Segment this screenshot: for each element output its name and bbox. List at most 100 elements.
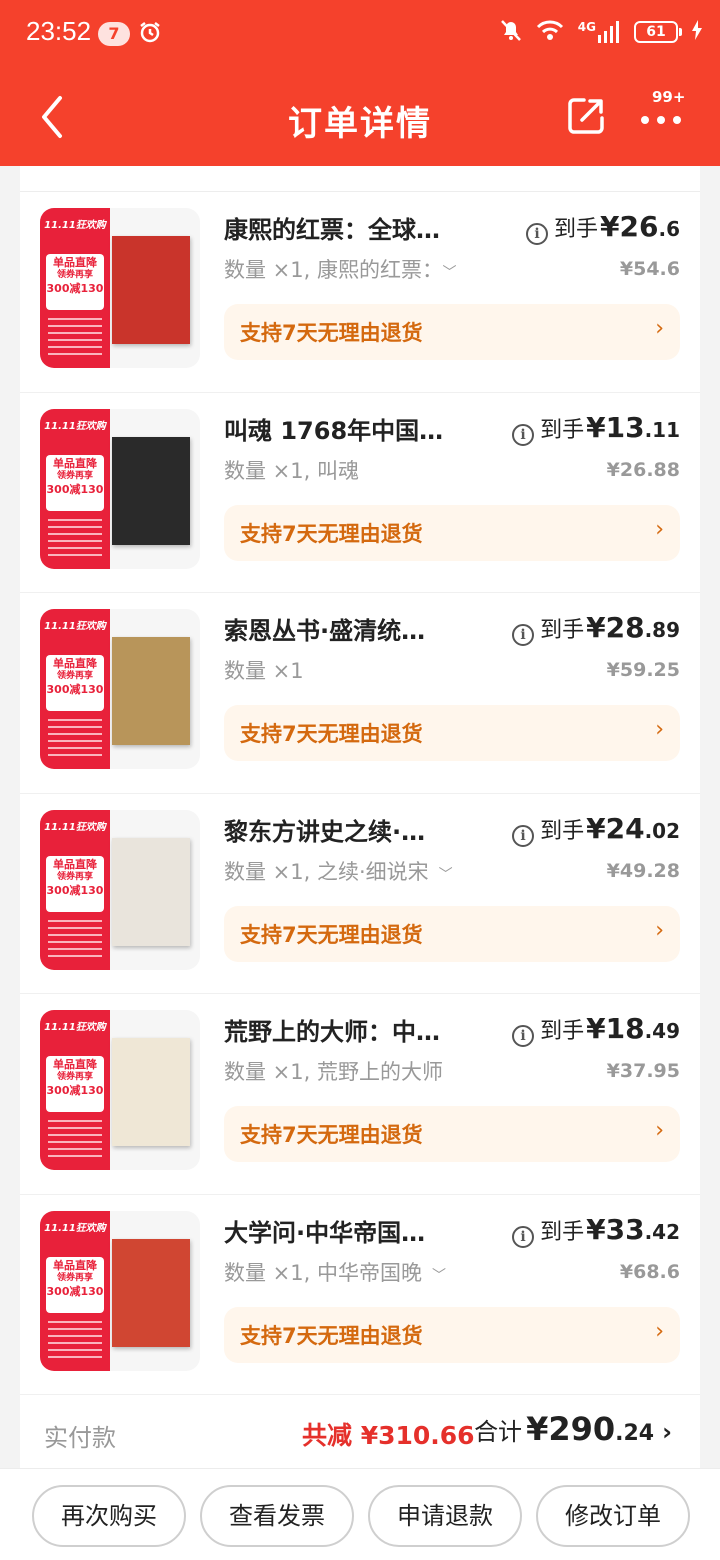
signal-icon: 4G xyxy=(578,21,620,43)
product-spec-text: 数量 ×1, 叫魂 xyxy=(224,458,359,483)
view-invoice-button[interactable]: 查看发票 xyxy=(200,1485,354,1547)
promo-title: 11.11狂欢购 xyxy=(44,420,106,432)
return-policy-text: 支持7天无理由退货 xyxy=(240,1123,423,1147)
request-refund-button[interactable]: 申请退款 xyxy=(368,1485,522,1547)
previous-section-edge xyxy=(20,166,700,192)
total-decimal: .24 xyxy=(615,1421,655,1446)
info-icon[interactable]: i xyxy=(512,1025,535,1047)
promo-line-1: 单品直降 xyxy=(53,1258,97,1272)
info-icon[interactable]: i xyxy=(512,423,535,446)
product-row[interactable]: 11.11狂欢购 单品直降 领券再享 300减130 索恩丛书·盛清统… i 到… xyxy=(20,593,700,794)
product-spec[interactable]: 数量 ×1, 之续·细说宋 ﹀ xyxy=(224,856,492,886)
product-name[interactable]: 叫魂 1768年中国… xyxy=(224,411,476,446)
info-icon[interactable]: i xyxy=(512,824,535,847)
return-policy-text: 支持7天无理由退货 xyxy=(240,321,423,345)
original-price: ¥37.95 xyxy=(606,1060,680,1082)
return-policy-text: 支持7天无理由退货 xyxy=(240,1323,423,1348)
promo-line-2: 领券再享 xyxy=(56,671,93,681)
final-price: i 到手 ¥18 .49 xyxy=(512,1012,680,1047)
product-thumbnail[interactable]: 11.11狂欢购 单品直降 领券再享 300减130 xyxy=(40,208,200,368)
header: 订单详情 99+ xyxy=(0,68,720,166)
promo-line-1: 单品直降 xyxy=(53,657,97,670)
promo-banner: 11.11狂欢购 单品直降 领券再享 300减130 xyxy=(40,609,110,769)
page-title: 订单详情 xyxy=(288,104,432,144)
final-price: i 到手 ¥24 .02 xyxy=(512,812,680,847)
info-icon[interactable]: i xyxy=(512,624,535,646)
product-name[interactable]: 索恩丛书·盛清统… xyxy=(224,611,476,646)
product-thumbnail[interactable]: 11.11狂欢购 单品直降 领券再享 300减130 xyxy=(40,1010,200,1170)
promo-line-3: 300减130 xyxy=(46,1284,104,1298)
info-icon[interactable]: i xyxy=(526,223,549,245)
order-items-card: 11.11狂欢购 单品直降 领券再享 300减130 康熙的红票：全球… i 到… xyxy=(20,166,700,1468)
product-name[interactable]: 荒野上的大师：中… xyxy=(224,1012,476,1047)
return-policy-bar[interactable]: 支持7天无理由退货 › xyxy=(224,1306,680,1363)
total-amount[interactable]: 合计 ¥290 .24 › xyxy=(474,1410,672,1448)
product-thumbnail[interactable]: 11.11狂欢购 单品直降 领券再享 300减130 xyxy=(40,408,200,569)
product-spec[interactable]: 数量 ×1, 中华帝国晚 ﹀ xyxy=(224,1257,492,1287)
final-price: i 到手 ¥26 .6 xyxy=(526,210,680,245)
buy-again-button[interactable]: 再次购买 xyxy=(32,1485,186,1547)
final-price-integer: ¥26 xyxy=(600,210,659,243)
alarm-icon xyxy=(138,20,162,48)
promo-banner: 11.11狂欢购 单品直降 领券再享 300减130 xyxy=(40,408,110,569)
product-spec: 数量 ×1 xyxy=(224,655,492,685)
product-name[interactable]: 康熙的红票：全球… xyxy=(224,210,476,245)
promo-card: 单品直降 领券再享 300减130 xyxy=(46,454,104,511)
promo-card: 单品直降 领券再享 300减130 xyxy=(46,1056,104,1112)
payment-summary[interactable]: 实付款 共减 ¥310.66 合计 ¥290 .24 › xyxy=(20,1396,700,1468)
network-type: 4G xyxy=(577,20,596,34)
product-row[interactable]: 11.11狂欢购 单品直降 领券再享 300减130 黎东方讲史之续·… i 到… xyxy=(20,794,700,994)
return-policy-bar[interactable]: 支持7天无理由退货 › xyxy=(224,905,680,962)
final-price-label: 到手 xyxy=(540,1019,585,1044)
info-icon[interactable]: i xyxy=(512,1225,535,1248)
final-price-integer: ¥28 xyxy=(586,611,645,644)
chevron-right-icon: › xyxy=(655,717,664,742)
return-policy-text: 支持7天无理由退货 xyxy=(240,722,423,746)
chevron-right-icon: › xyxy=(662,1418,672,1446)
promo-line-1: 单品直降 xyxy=(53,456,97,470)
chevron-right-icon: › xyxy=(655,917,664,943)
promo-line-3: 300减130 xyxy=(46,1084,104,1097)
final-price-label: 到手 xyxy=(540,1219,585,1245)
product-spec-text: 数量 ×1, 中华帝国晚 xyxy=(224,1260,422,1285)
chevron-right-icon: › xyxy=(655,1318,664,1344)
product-name[interactable]: 黎东方讲史之续·… xyxy=(224,812,476,847)
return-policy-bar[interactable]: 支持7天无理由退货 › xyxy=(224,304,680,360)
chevron-down-icon: ﹀ xyxy=(431,1267,446,1284)
product-row[interactable]: 11.11狂欢购 单品直降 领券再享 300减130 康熙的红票：全球… i 到… xyxy=(20,192,700,393)
promo-fine-print xyxy=(48,919,102,960)
product-spec[interactable]: 数量 ×1, 康熙的红票： ﹀ xyxy=(224,254,492,284)
top-bar: 23:52 7 4G 61 订单详情 99+ xyxy=(0,0,720,166)
promo-line-3: 300减130 xyxy=(46,282,104,295)
product-thumbnail[interactable]: 11.11狂欢购 单品直降 领券再享 300减130 xyxy=(40,809,200,970)
more-menu-icon[interactable] xyxy=(638,104,684,134)
final-price-label: 到手 xyxy=(540,818,585,844)
final-price-decimal: .42 xyxy=(644,1219,680,1244)
product-name[interactable]: 大学问·中华帝国… xyxy=(224,1213,476,1248)
return-policy-bar[interactable]: 支持7天无理由退货 › xyxy=(224,705,680,761)
promo-fine-print xyxy=(48,719,102,759)
promo-fine-print xyxy=(48,318,102,358)
final-price-label: 到手 xyxy=(540,417,585,443)
promo-banner: 11.11狂欢购 单品直降 领券再享 300减130 xyxy=(40,208,110,368)
chevron-down-icon: ﹀ xyxy=(442,265,457,281)
return-policy-bar[interactable]: 支持7天无理由退货 › xyxy=(224,504,680,561)
return-policy-bar[interactable]: 支持7天无理由退货 › xyxy=(224,1106,680,1162)
status-bar: 23:52 7 4G 61 xyxy=(0,0,720,68)
product-thumbnail[interactable]: 11.11狂欢购 单品直降 领券再享 300减130 xyxy=(40,609,200,769)
promo-line-1: 单品直降 xyxy=(53,256,97,269)
promo-banner: 11.11狂欢购 单品直降 领券再享 300减130 xyxy=(40,809,110,970)
product-thumbnail[interactable]: 11.11狂欢购 单品直降 领券再享 300减130 xyxy=(40,1210,200,1371)
final-price: i 到手 ¥13 .11 xyxy=(512,411,680,446)
product-spec-text: 数量 ×1, 荒野上的大师 xyxy=(224,1060,443,1084)
original-price: ¥59.25 xyxy=(606,659,680,681)
promo-fine-print xyxy=(48,1120,102,1160)
book-cover-image xyxy=(112,1238,190,1347)
promo-line-2: 领券再享 xyxy=(56,871,93,882)
product-row[interactable]: 11.11狂欢购 单品直降 领券再享 300减130 叫魂 1768年中国… i… xyxy=(20,393,700,593)
share-icon[interactable] xyxy=(566,96,606,136)
product-row[interactable]: 11.11狂欢购 单品直降 领券再享 300减130 大学问·中华帝国… i 到… xyxy=(20,1195,700,1395)
final-price-label: 到手 xyxy=(540,618,585,643)
product-row[interactable]: 11.11狂欢购 单品直降 领券再享 300减130 荒野上的大师：中… i 到… xyxy=(20,994,700,1195)
modify-order-button[interactable]: 修改订单 xyxy=(536,1485,690,1547)
